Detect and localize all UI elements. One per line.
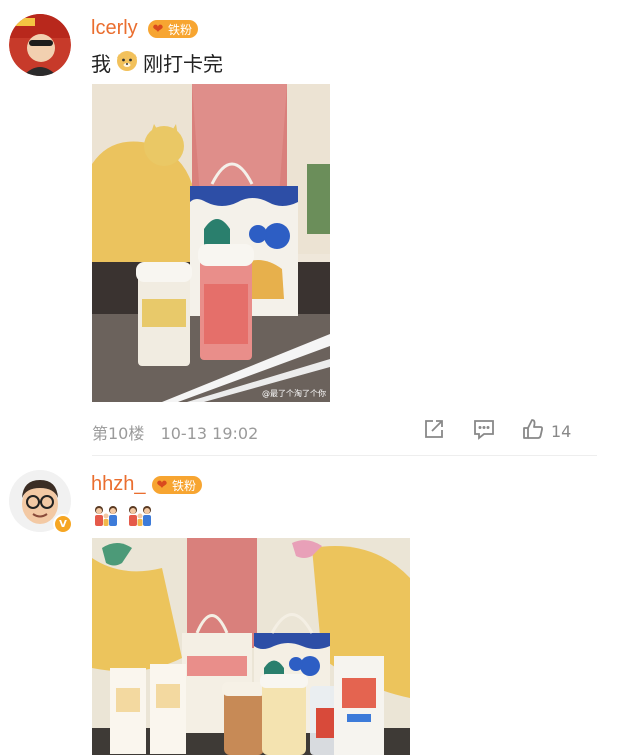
comment-button[interactable] xyxy=(472,418,496,444)
comment-photo[interactable] xyxy=(92,538,410,755)
comment-text xyxy=(93,504,153,533)
share-icon xyxy=(423,420,445,444)
like-button[interactable]: 14 xyxy=(521,417,571,445)
heart-icon: ❤ xyxy=(156,477,168,493)
floor-number: 第10楼 xyxy=(92,424,145,443)
heart-icon: ❤ xyxy=(152,21,164,37)
comment-meta: 第10楼 10-13 19:02 xyxy=(92,420,258,444)
comment-text: 我 刚打卡完 xyxy=(91,48,223,77)
thumbs-up-icon xyxy=(521,417,545,445)
fan-badge: ❤ 铁粉 xyxy=(148,20,199,38)
comment-text-part: 我 xyxy=(91,52,111,76)
family-emoji-icon xyxy=(93,504,119,533)
doge-emoji-icon xyxy=(115,48,139,77)
comment-divider xyxy=(92,455,597,456)
username[interactable]: lcerly xyxy=(91,17,138,40)
verified-badge-icon: V xyxy=(53,514,73,534)
share-button[interactable] xyxy=(423,418,445,444)
timestamp: 10-13 19:02 xyxy=(160,424,259,443)
avatar[interactable] xyxy=(9,14,71,76)
comment-text-part: 刚打卡完 xyxy=(143,52,223,76)
photo-watermark: @最了个淘了个你 xyxy=(262,389,326,398)
fan-badge-label: 铁粉 xyxy=(172,478,197,493)
family-emoji-icon xyxy=(127,504,153,533)
fan-badge-label: 铁粉 xyxy=(168,22,193,37)
comment-icon xyxy=(472,420,496,444)
comment-photo[interactable]: @最了个淘了个你 xyxy=(92,84,330,402)
username[interactable]: hhzh_ xyxy=(91,473,146,496)
fan-badge: ❤ 铁粉 xyxy=(152,476,203,494)
like-count: 14 xyxy=(551,421,572,441)
